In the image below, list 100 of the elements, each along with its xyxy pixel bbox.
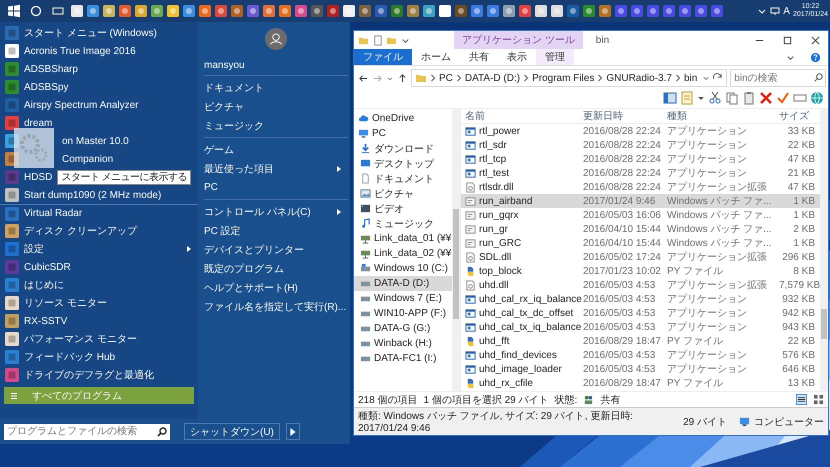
- chevron-icon[interactable]: [597, 74, 604, 82]
- address-bar[interactable]: PC DATA-D (D:) Program Files GNURadio-3.7 bin: [411, 69, 728, 87]
- chevron-icon[interactable]: [430, 74, 436, 82]
- app-icon[interactable]: [166, 4, 180, 18]
- app-icon[interactable]: [262, 4, 276, 18]
- ribbon-tab[interactable]: ホーム: [412, 49, 460, 65]
- app-icon[interactable]: [102, 4, 116, 18]
- program-item[interactable]: dream: [0, 114, 198, 132]
- preview-pane-icon[interactable]: [663, 91, 677, 105]
- file-row[interactable]: SDL.dll 2016/05/02 17:24 アプリケーション拡張 296 KB: [461, 250, 820, 264]
- app-icon[interactable]: [182, 4, 196, 18]
- file-row[interactable]: run_airband 2017/01/24 9:46 Windows バッチ ファ... 1 KB: [461, 194, 820, 208]
- windows-logo-icon[interactable]: [7, 4, 21, 18]
- details-view-icon[interactable]: [796, 394, 807, 405]
- shutdown-button[interactable]: シャットダウン(U): [184, 423, 280, 440]
- app-icon[interactable]: [86, 4, 100, 18]
- nav-item[interactable]: DATA-D (D:): [354, 276, 452, 291]
- app-icon[interactable]: [198, 4, 212, 18]
- nav-item[interactable]: Link_data_01 (¥¥: [354, 231, 452, 246]
- file-row[interactable]: rtl_power 2016/08/28 22:24 アプリケーション 33 KB: [461, 124, 820, 138]
- user-avatar-icon[interactable]: [265, 28, 287, 50]
- search-icon[interactable]: [29, 4, 43, 18]
- nav-item[interactable]: Windows 7 (E:): [354, 291, 452, 306]
- document-icon[interactable]: [372, 34, 383, 46]
- ribbon-tab[interactable]: 表示: [498, 49, 536, 65]
- app-icon[interactable]: [646, 4, 660, 18]
- search-field[interactable]: プログラムとファイルの検索: [4, 424, 170, 440]
- up-arrow-icon[interactable]: [397, 72, 408, 84]
- menu-item[interactable]: ピクチャ: [204, 97, 348, 116]
- app-icon[interactable]: [358, 4, 372, 18]
- ribbon-tab[interactable]: 共有: [460, 49, 498, 65]
- app-icon[interactable]: [710, 4, 724, 18]
- chevron-icon[interactable]: [523, 74, 530, 82]
- file-row[interactable]: uhd_cal_tx_iq_balance 2016/05/03 4:53 アプリケーション 943 KB: [461, 320, 820, 334]
- app-icon[interactable]: [150, 4, 164, 18]
- maximize-icon[interactable]: [782, 34, 793, 46]
- scrollbar[interactable]: [452, 109, 460, 391]
- app-icon[interactable]: [406, 4, 420, 18]
- program-item[interactable]: Acronis True Image 2016: [0, 42, 198, 60]
- ribbon-tab[interactable]: ファイル: [354, 49, 412, 65]
- program-item[interactable]: フィードバック Hub: [0, 348, 198, 366]
- nav-item[interactable]: WIN10-APP (F:): [354, 306, 452, 321]
- file-row[interactable]: rtl_sdr 2016/08/28 22:24 アプリケーション 22 KB: [461, 138, 820, 152]
- file-row[interactable]: uhd_find_devices 2016/05/03 4:53 アプリケーション 576 KB: [461, 348, 820, 362]
- menu-item[interactable]: ファイル名を指定して実行(R)...: [204, 297, 348, 316]
- nav-item[interactable]: Link_data_02 (¥¥: [354, 246, 452, 261]
- program-item[interactable]: ADSBSharp: [0, 60, 198, 78]
- file-row[interactable]: uhd_fft 2016/08/29 18:47 PY ファイル 22 KB: [461, 334, 820, 348]
- app-icon[interactable]: [278, 4, 292, 18]
- app-icon[interactable]: [518, 4, 532, 18]
- program-item[interactable]: Virtual Radar: [0, 204, 198, 222]
- caret-icon[interactable]: [697, 94, 705, 102]
- breadcrumb[interactable]: DATA-D (D:): [464, 72, 520, 84]
- back-arrow-icon[interactable]: [358, 72, 369, 84]
- menu-item[interactable]: ヘルプとサポート(H): [204, 278, 348, 297]
- app-icon[interactable]: [342, 4, 356, 18]
- app-icon[interactable]: [246, 4, 260, 18]
- large-icons-view-icon[interactable]: [813, 394, 824, 405]
- ime-indicator[interactable]: A: [783, 6, 790, 16]
- program-item[interactable]: CubicSDR: [0, 258, 198, 276]
- app-icon[interactable]: [662, 4, 676, 18]
- breadcrumb[interactable]: GNURadio-3.7: [606, 72, 672, 84]
- file-row[interactable]: rtl_test 2016/08/28 22:24 アプリケーション 21 KB: [461, 166, 820, 180]
- ribbon-tab[interactable]: 管理: [536, 49, 574, 65]
- breadcrumb[interactable]: Program Files: [532, 72, 594, 84]
- nav-item[interactable]: DATA-G (G:): [354, 321, 452, 336]
- nav-item[interactable]: デスクトップ: [354, 156, 452, 171]
- column-header[interactable]: サイズ: [775, 109, 819, 123]
- app-icon[interactable]: [534, 4, 548, 18]
- program-item[interactable]: ドライブのデフラグと最適化: [0, 366, 198, 384]
- nav-item[interactable]: ドキュメント: [354, 171, 452, 186]
- search-icon[interactable]: [157, 426, 167, 436]
- chevron-icon[interactable]: [456, 74, 462, 82]
- nav-item[interactable]: OneDrive: [354, 111, 452, 126]
- file-row[interactable]: uhd_image_loader 2016/05/03 4:53 アプリケーション 646 KB: [461, 362, 820, 376]
- help-icon[interactable]: [810, 52, 821, 62]
- app-icon[interactable]: [374, 4, 388, 18]
- menu-item[interactable]: PC 設定: [204, 221, 348, 240]
- program-item[interactable]: はじめに: [0, 276, 198, 294]
- network-icon[interactable]: [770, 6, 780, 16]
- program-item[interactable]: パフォーマンス モニター: [0, 330, 198, 348]
- app-icon[interactable]: [486, 4, 500, 18]
- file-row[interactable]: run_gr 2016/04/10 15:44 Windows バッチ ファ... 2 KB: [461, 222, 820, 236]
- app-icon[interactable]: [502, 4, 516, 18]
- shutdown-options-button[interactable]: [286, 423, 300, 440]
- app-icon[interactable]: [630, 4, 644, 18]
- file-row[interactable]: uhd.dll 2016/05/03 4:53 アプリケーション拡張 7,579 KB: [461, 278, 820, 292]
- nav-item[interactable]: ミュージック: [354, 216, 452, 231]
- breadcrumb[interactable]: bin: [684, 72, 698, 84]
- program-item[interactable]: 設定: [0, 240, 198, 258]
- app-icon[interactable]: [614, 4, 628, 18]
- app-icon[interactable]: [550, 4, 564, 18]
- column-header[interactable]: 種類: [663, 109, 775, 123]
- file-row[interactable]: top_block 2017/01/23 10:02 PY ファイル 8 KB: [461, 264, 820, 278]
- menu-item[interactable]: 最近使った項目: [204, 159, 348, 178]
- copy-icon[interactable]: [725, 91, 739, 105]
- app-icon[interactable]: [294, 4, 308, 18]
- program-item[interactable]: Airspy Spectrum Analyzer: [0, 96, 198, 114]
- app-icon[interactable]: [438, 4, 452, 18]
- file-row[interactable]: uhd_cal_rx_iq_balance2016/05/03 4:53 アプリケーション 932 KB: [461, 292, 820, 306]
